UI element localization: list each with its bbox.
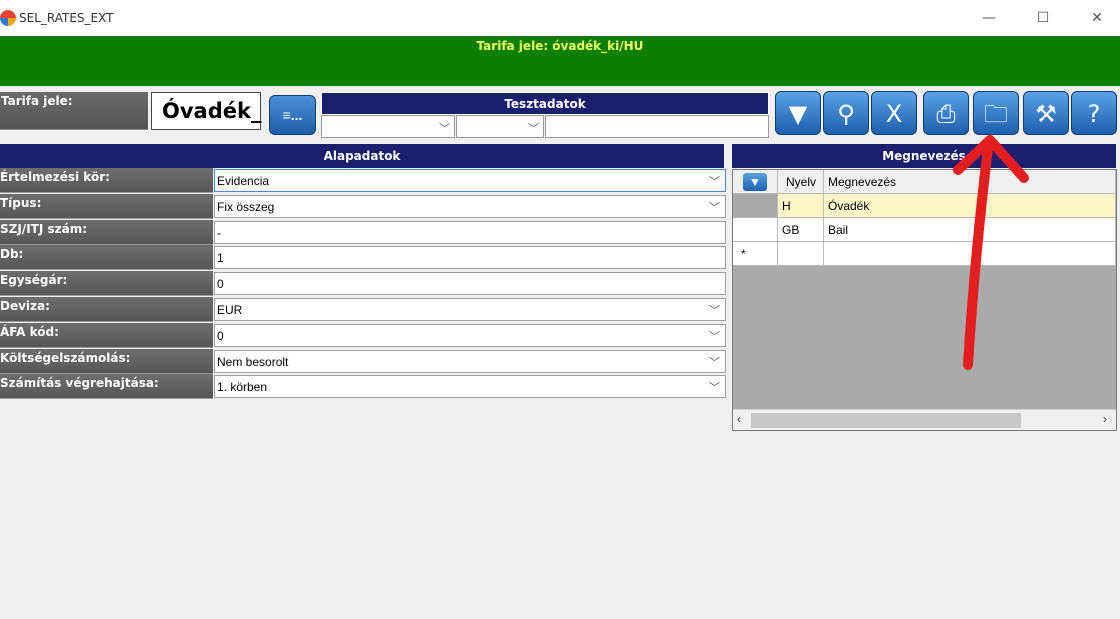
form-row: Típus: Fix összeg ﹀ [0,193,726,219]
chevron-down-icon[interactable]: ﹀ [709,354,720,370]
cell-megnevezes[interactable]: Bail [824,218,1116,242]
printer-button[interactable]: ⎙ [923,91,969,135]
search-button[interactable]: ⚲ [823,91,869,135]
dropdown-field[interactable]: 0 ﹀ [214,323,726,347]
field-value: 1 [217,251,224,266]
excel-export-button[interactable]: X [871,91,917,135]
text-field[interactable]: 1 [214,246,726,270]
tesztadatok-combo-2[interactable]: ﹀ [456,115,544,138]
chevron-down-icon[interactable]: ﹀ [709,302,720,318]
text-field[interactable]: - [214,220,726,244]
printer-icon: ⎙ [936,100,956,128]
cell-nyelv[interactable]: H [778,194,824,218]
help-icon: ? [1087,100,1101,128]
chevron-down-icon[interactable]: ﹀ [709,199,720,215]
chevron-down-icon[interactable]: ﹀ [709,379,720,395]
folder-open-button[interactable]: 🗀 [973,91,1019,135]
form-label: Egységár: [0,271,213,297]
dropdown-field[interactable]: 1. körben ﹀ [214,375,726,399]
row-selector[interactable] [733,194,778,218]
window-title: SEL_RATES_EXT [19,11,114,25]
chevron-down-icon: ﹀ [439,123,450,135]
form-row: SZJ/ITJ szám: - [0,219,726,245]
help-button[interactable]: ? [1071,91,1117,135]
cell-megnevezes[interactable] [824,242,1116,266]
close-button[interactable]: ✕ [1082,6,1112,30]
field-value: 1. körben [217,380,268,395]
column-header-nyelv[interactable]: Nyelv [778,170,824,194]
form-row: ÁFA kód: 0 ﹀ [0,322,726,348]
tarifa-value: Óvadék_ [151,92,261,130]
form-row: Számítás végrehajtása: 1. körben ﹀ [0,374,726,400]
form-row: Költségelszámolás: Nem besorolt ﹀ [0,348,726,374]
minimize-button[interactable]: — [974,6,1004,30]
form-label: Típus: [0,193,213,219]
form-row: Értelmezési kör: Evidencia ﹀ [0,168,726,193]
form-row: Deviza: EUR ﹀ [0,297,726,322]
cell-megnevezes[interactable]: Óvadék [824,194,1116,218]
header-banner: Tarifa jele: óvadék_ki/HU [0,36,1120,86]
dropdown-field[interactable]: EUR ﹀ [214,298,726,321]
form-label: Deviza: [0,297,213,322]
maximize-button[interactable]: ☐ [1028,6,1058,30]
form-row: Db: 1 [0,245,726,271]
cell-nyelv[interactable] [778,242,824,266]
form-label: Értelmezési kör: [0,168,213,193]
megnevezes-header: Megnevezés [732,144,1116,168]
field-value: - [217,225,221,240]
field-value: 0 [217,328,224,343]
grid-header-row: ▼ Nyelv Megnevezés [733,170,1116,194]
filter-icon: ▼ [788,100,808,128]
field-value: EUR [217,303,243,317]
chevron-down-icon[interactable]: ﹀ [709,328,720,344]
field-value: 0 [217,277,224,292]
form-label: SZJ/ITJ szám: [0,219,213,245]
table-row[interactable]: GB Bail [733,218,1116,242]
field-value: Nem besorolt [217,354,289,369]
scroll-thumb[interactable] [751,413,1021,428]
text-field[interactable]: 0 [214,272,726,296]
filter-button[interactable]: ▼ [775,91,821,135]
table-row[interactable]: H Óvadék [733,194,1116,218]
form-label: Költségelszámolás: [0,348,213,374]
grid-corner: ▼ [733,170,778,194]
tools-icon: ⚒ [1035,100,1057,128]
row-selector[interactable] [733,218,778,242]
folder-open-icon: 🗀 [984,100,1008,128]
banner-title: Tarifa jele: óvadék_ki/HU [476,39,644,53]
tarifa-label: Tarifa jele: [0,92,148,130]
megnevezes-grid: ▼ Nyelv Megnevezés H Óvadék GB Bail * ‹ … [732,169,1117,431]
excel-export-icon: X [885,100,903,128]
dropdown-field[interactable]: Fix összeg ﹀ [214,194,726,218]
field-value: Fix összeg [217,199,275,214]
form-label: Számítás végrehajtása: [0,374,213,400]
title-bar: SEL_RATES_EXT — ☐ ✕ [0,0,1120,36]
tesztadatok-combo-1[interactable]: ﹀ [321,115,455,138]
tools-button[interactable]: ⚒ [1023,91,1069,135]
tesztadatok-field[interactable] [545,115,769,138]
app-icon [0,10,16,26]
tesztadatok-header: Tesztadatok [321,92,769,115]
field-value: Evidencia [217,174,270,188]
filter-icon[interactable]: ▼ [743,173,767,191]
chevron-down-icon: ﹀ [528,123,539,135]
horizontal-scrollbar[interactable]: ‹ › [733,409,1116,430]
form-row: Egységár: 0 [0,271,726,297]
dropdown-field[interactable]: Nem besorolt ﹀ [214,349,726,373]
new-row[interactable]: * [733,242,1116,266]
scroll-left-icon[interactable]: ‹ [737,412,741,426]
column-header-megnevezes[interactable]: Megnevezés [824,170,1116,194]
search-icon: ⚲ [837,100,855,128]
form-label: Db: [0,245,213,271]
tarifa-list-button[interactable]: ≡... [269,95,316,135]
alapadatok-header: Alapadatok [0,144,724,168]
new-row-marker: * [733,242,778,266]
chevron-down-icon[interactable]: ﹀ [709,173,720,189]
scroll-right-icon[interactable]: › [1103,412,1107,426]
dropdown-field[interactable]: Evidencia ﹀ [214,169,726,192]
cell-nyelv[interactable]: GB [778,218,824,242]
form-label: ÁFA kód: [0,322,213,348]
